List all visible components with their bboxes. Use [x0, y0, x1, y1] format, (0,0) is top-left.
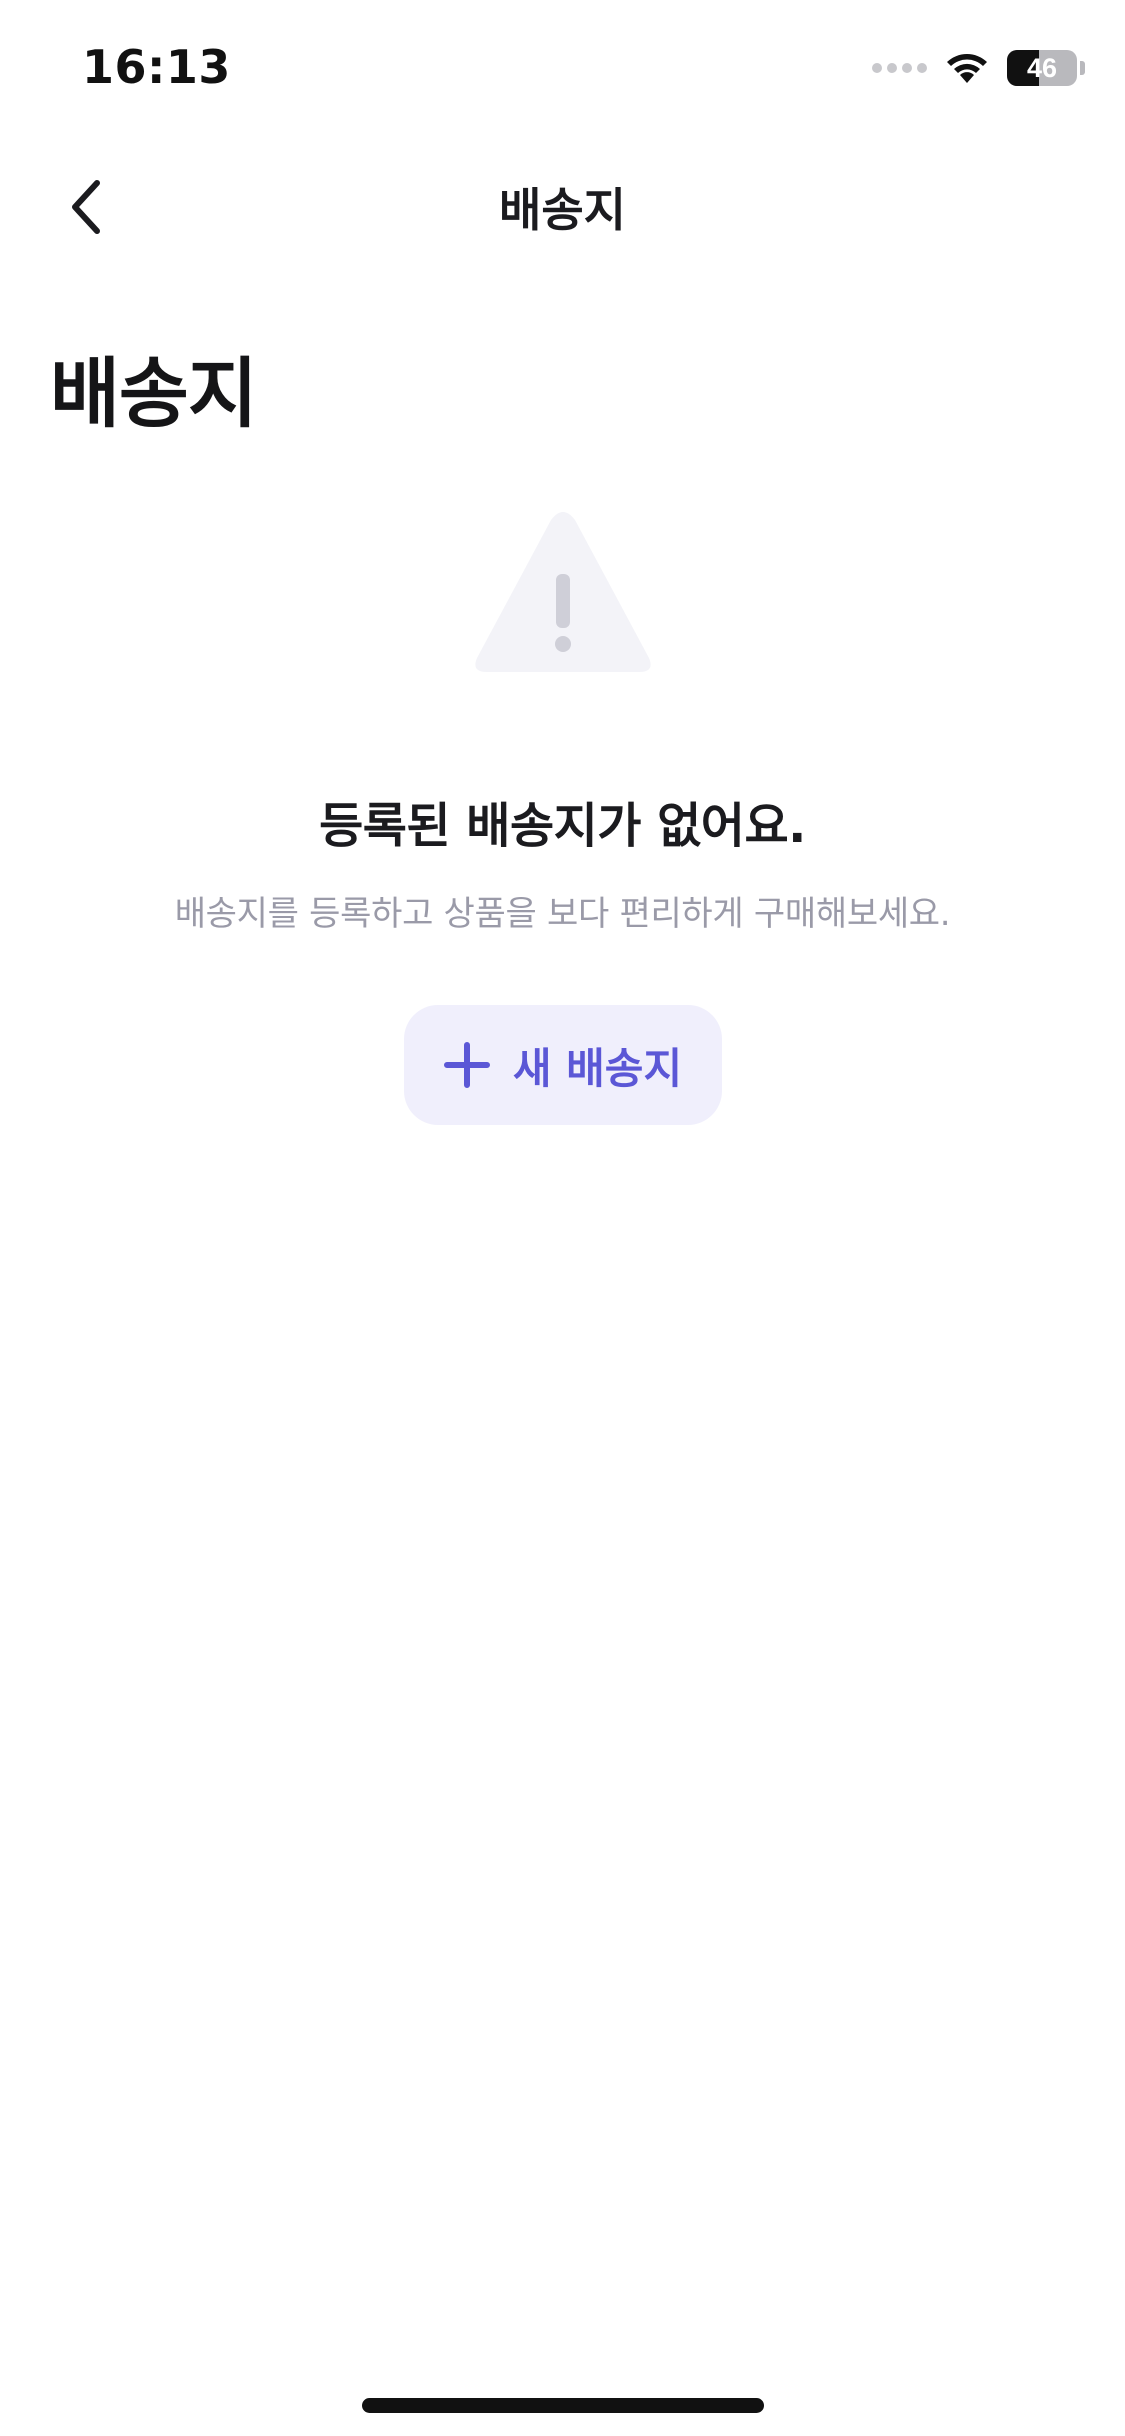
empty-state: 등록된 배송지가 없어요. 배송지를 등록하고 상품을 보다 편리하게 구매해보… [0, 510, 1125, 1125]
new-address-label: 새 배송지 [512, 1043, 683, 1093]
new-address-button[interactable]: 새 배송지 [403, 1005, 722, 1125]
home-indicator[interactable] [362, 2398, 764, 2413]
nav-title: 배송지 [499, 183, 626, 237]
battery-icon: 46 [1007, 50, 1077, 86]
empty-heading: 등록된 배송지가 없어요. [319, 798, 806, 854]
empty-subtext: 배송지를 등록하고 상품을 보다 편리하게 구매해보세요. [174, 894, 951, 934]
status-icons: 46 [872, 46, 1085, 90]
battery-cap [1080, 61, 1085, 75]
wifi-icon [945, 51, 989, 85]
page-title: 배송지 [50, 349, 258, 438]
nav-bar: 배송지 [0, 150, 1125, 260]
warning-triangle-icon [471, 510, 655, 676]
plus-icon [443, 1041, 491, 1089]
signal-dots-icon [872, 63, 927, 73]
status-bar: 16:13 46 [0, 0, 1125, 140]
battery-percent: 46 [1026, 52, 1058, 83]
status-time: 16:13 [82, 40, 231, 94]
screen: 16:13 46 배송지 배송지 등록된 배송지가 없어요. 배송지를 등록하고… [0, 0, 1125, 2436]
